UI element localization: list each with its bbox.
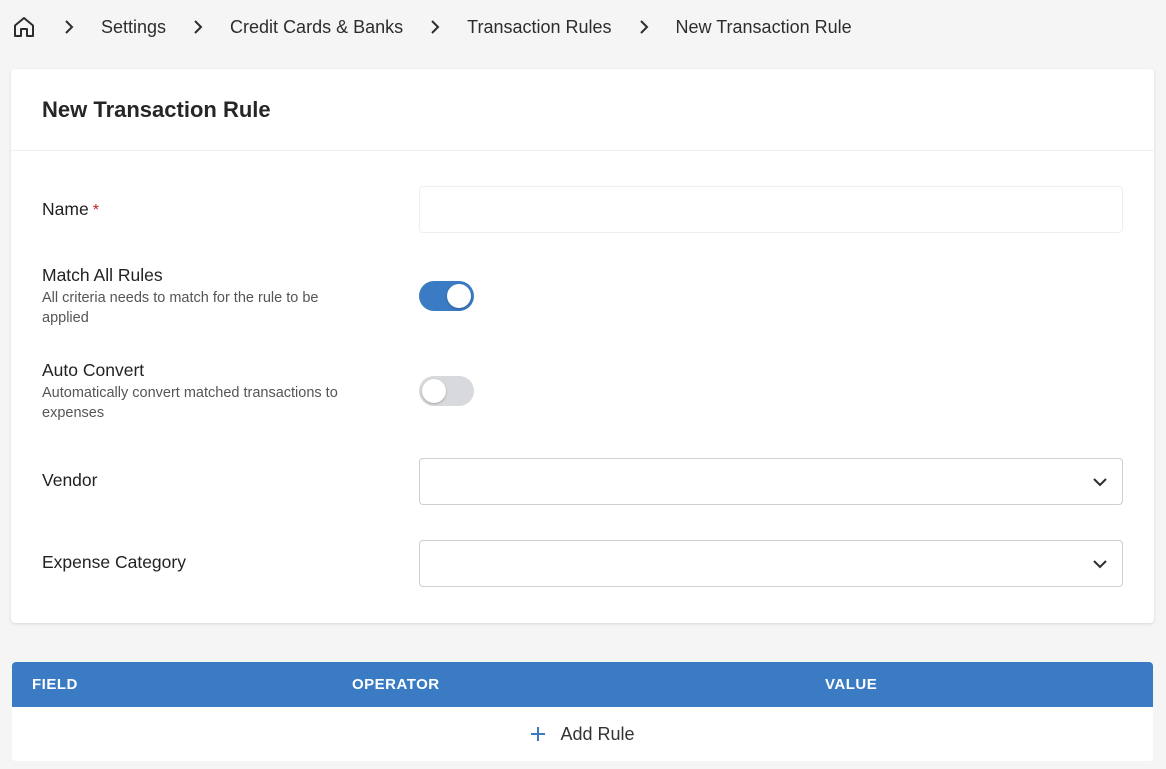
auto-convert-row: Auto Convert Automatically convert match…	[11, 360, 1154, 424]
chevron-right-icon	[62, 20, 76, 34]
add-rule-button[interactable]: Add Rule	[12, 707, 1153, 761]
name-label: Name	[42, 199, 89, 219]
column-header-value: VALUE	[825, 676, 878, 693]
chevron-down-icon	[1092, 557, 1108, 571]
add-rule-label: Add Rule	[560, 723, 635, 744]
chevron-right-icon	[191, 20, 205, 34]
transaction-rule-form: New Transaction Rule Name * Match All Rul…	[11, 69, 1154, 623]
vendor-row: Vendor	[11, 458, 1154, 506]
breadcrumb-current: New Transaction Rule	[675, 16, 852, 37]
expense-category-label: Expense Category	[42, 552, 186, 572]
name-input[interactable]	[419, 186, 1123, 233]
vendor-label: Vendor	[42, 470, 98, 490]
toggle-knob	[422, 379, 446, 403]
match-all-rules-description: All criteria needs to match for the rule…	[42, 290, 319, 326]
home-icon[interactable]	[11, 14, 37, 40]
chevron-down-icon	[1092, 475, 1108, 489]
expense-category-row: Expense Category	[11, 540, 1154, 588]
required-mark: *	[92, 202, 99, 219]
page-title: New Transaction Rule	[42, 96, 271, 122]
plus-icon	[530, 726, 546, 742]
card-header: New Transaction Rule	[11, 69, 1154, 151]
chevron-right-icon	[637, 20, 651, 34]
rules-table: FIELD OPERATOR VALUE Add Rule	[12, 662, 1153, 761]
vendor-select[interactable]	[419, 458, 1123, 505]
match-all-rules-row: Match All Rules All criteria needs to ma…	[11, 265, 1154, 329]
auto-convert-description: Automatically convert matched transactio…	[42, 385, 338, 421]
chevron-right-icon	[428, 20, 442, 34]
match-all-rules-toggle[interactable]	[419, 281, 474, 311]
toggle-knob	[447, 284, 471, 308]
breadcrumb: Settings Credit Cards & Banks Transactio…	[0, 0, 1166, 54]
name-row: Name *	[11, 185, 1154, 233]
auto-convert-label: Auto Convert	[42, 360, 145, 380]
column-header-operator: OPERATOR	[352, 676, 440, 693]
breadcrumb-credit-cards-banks[interactable]: Credit Cards & Banks	[230, 17, 403, 38]
column-header-field: FIELD	[32, 676, 78, 693]
auto-convert-toggle[interactable]	[419, 376, 474, 406]
rules-table-header: FIELD OPERATOR VALUE	[12, 662, 1153, 707]
expense-category-select[interactable]	[419, 540, 1123, 587]
breadcrumb-transaction-rules[interactable]: Transaction Rules	[467, 17, 611, 38]
breadcrumb-settings[interactable]: Settings	[101, 17, 166, 38]
match-all-rules-label: Match All Rules	[42, 265, 163, 285]
